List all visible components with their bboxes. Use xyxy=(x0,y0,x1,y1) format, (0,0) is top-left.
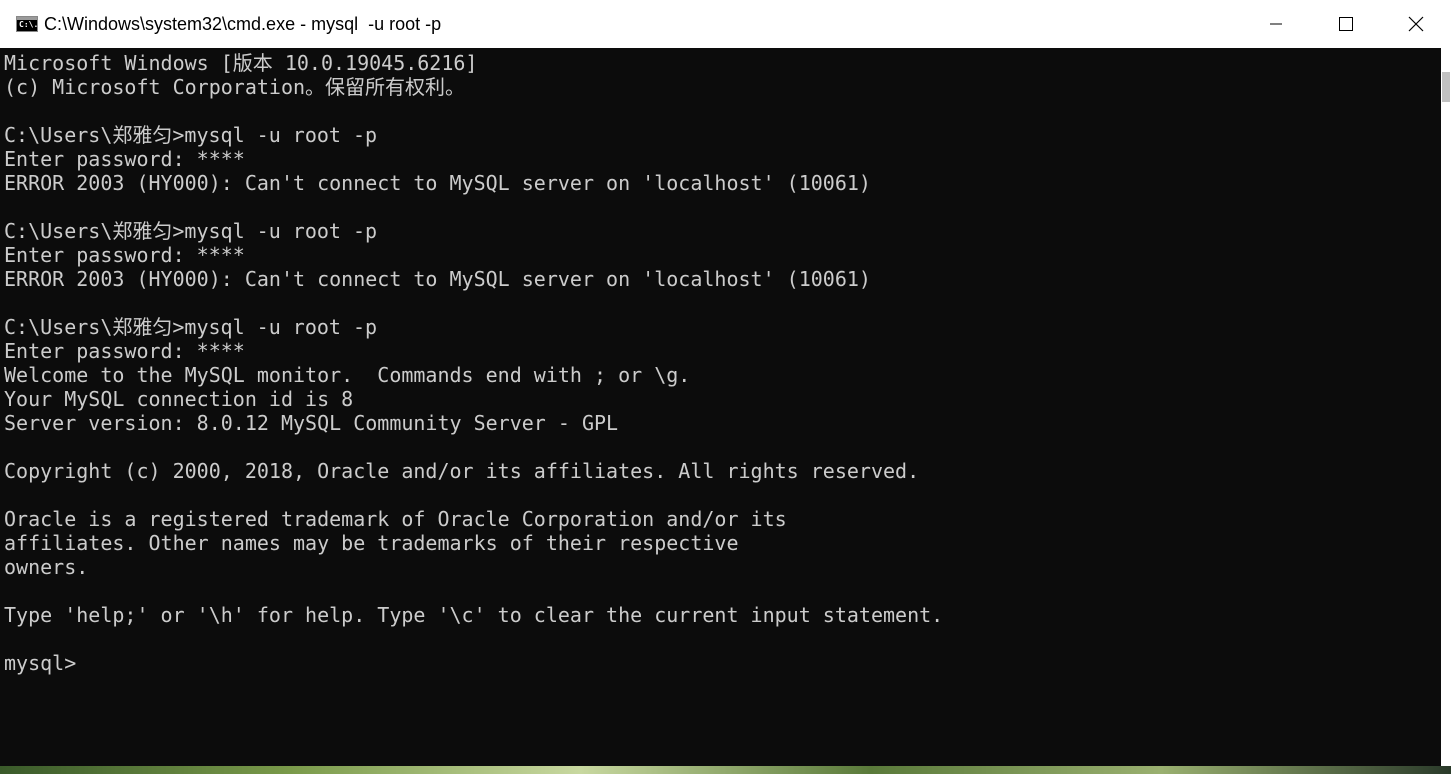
console-line: affiliates. Other names may be trademark… xyxy=(4,531,739,555)
console-line: ERROR 2003 (HY000): Can't connect to MyS… xyxy=(4,171,871,195)
console-line: Your MySQL connection id is 8 xyxy=(4,387,354,411)
desktop-background xyxy=(0,766,1451,774)
close-icon xyxy=(1408,16,1424,32)
console-line: Microsoft Windows [版本 10.0.19045.6216] xyxy=(4,51,478,75)
maximize-button[interactable] xyxy=(1311,0,1381,48)
console-output[interactable]: Microsoft Windows [版本 10.0.19045.6216] (c… xyxy=(0,48,1441,766)
console-line: C:\Users\郑雅匀>mysql -u root -p xyxy=(4,123,378,147)
cmd-icon-label: C:\. xyxy=(19,20,38,29)
window-title: C:\Windows\system32\cmd.exe - mysql -u r… xyxy=(44,13,442,34)
console-line: C:\Users\郑雅匀>mysql -u root -p xyxy=(4,219,378,243)
maximize-icon xyxy=(1339,17,1353,31)
vertical-scrollbar[interactable] xyxy=(1441,48,1451,766)
console-line: Server version: 8.0.12 MySQL Community S… xyxy=(4,411,619,435)
minimize-icon xyxy=(1270,23,1282,25)
console-line: Oracle is a registered trademark of Orac… xyxy=(4,507,787,531)
cmd-icon: C:\. xyxy=(16,16,38,32)
scrollbar-thumb[interactable] xyxy=(1442,72,1450,102)
close-button[interactable] xyxy=(1381,0,1451,48)
cmd-window: C:\. C:\Windows\system32\cmd.exe - mysql… xyxy=(0,0,1451,774)
console-line: owners. xyxy=(4,555,89,579)
console-line: Enter password: **** xyxy=(4,147,245,171)
title-bar[interactable]: C:\. C:\Windows\system32\cmd.exe - mysql… xyxy=(0,0,1451,48)
console-line: ERROR 2003 (HY000): Can't connect to MyS… xyxy=(4,267,871,291)
console-line: C:\Users\郑雅匀>mysql -u root -p xyxy=(4,315,378,339)
console-line: (c) Microsoft Corporation。保留所有权利。 xyxy=(4,75,466,99)
console-line: Welcome to the MySQL monitor. Commands e… xyxy=(4,363,691,387)
console-line: Type 'help;' or '\h' for help. Type '\c'… xyxy=(4,603,944,627)
minimize-button[interactable] xyxy=(1241,0,1311,48)
console-line: Enter password: **** xyxy=(4,243,245,267)
console-line: Copyright (c) 2000, 2018, Oracle and/or … xyxy=(4,459,920,483)
mysql-prompt: mysql> xyxy=(4,651,77,675)
console-line: Enter password: **** xyxy=(4,339,245,363)
